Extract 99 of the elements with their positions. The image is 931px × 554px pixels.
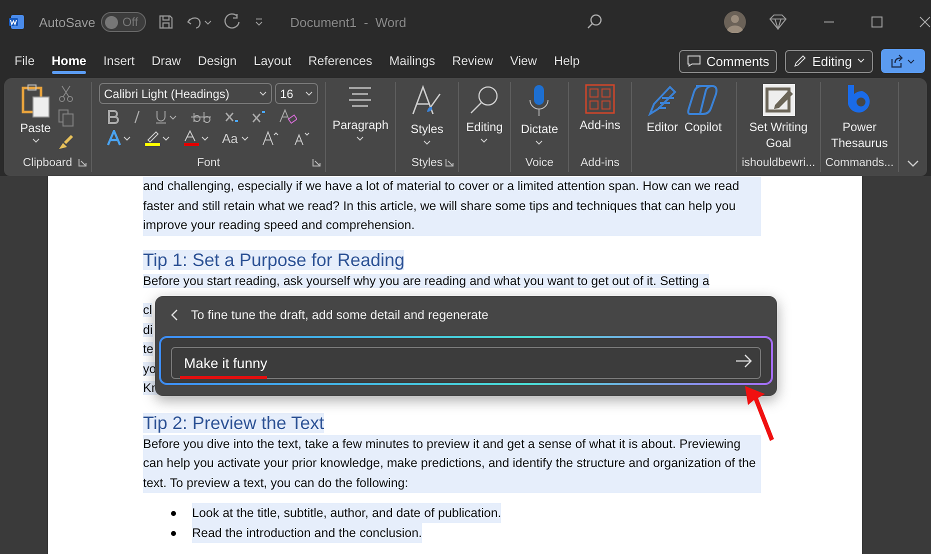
ribbon-tab[interactable]: Help [545, 46, 588, 76]
ribbon-tab[interactable]: Insert [94, 46, 144, 76]
grow-font-icon[interactable] [262, 130, 280, 146]
ribbon-tab[interactable]: Mailings [380, 46, 444, 76]
save-icon[interactable] [158, 14, 174, 30]
editor-pen-icon [646, 84, 678, 116]
group-label: Clipboard [22, 157, 72, 169]
word-logo-icon[interactable] [9, 14, 25, 30]
subscript-icon[interactable] [225, 110, 239, 124]
bold-icon[interactable] [107, 110, 119, 124]
text-fragment: cl [143, 303, 152, 317]
caret-icon [857, 58, 865, 64]
caret-icon [32, 138, 40, 143]
prompt-field[interactable]: Make it funny [161, 338, 771, 383]
window-title: Document1 - Word [290, 14, 406, 30]
microphone-icon [527, 84, 552, 118]
font-size-field[interactable]: 16 [275, 83, 318, 104]
ribbon-tab[interactable]: Home [43, 46, 95, 76]
paragraph: and challenging, especially if we have a lot of material to cover or a limited attention span. How can we read faster and still retain what we read? In this article, we will share some tips and techniques that can help you improve your reading speed and comprehension. [143, 177, 761, 236]
ribbon-button[interactable]: Power Thesaurus [821, 82, 898, 154]
scissors-icon[interactable] [58, 85, 73, 103]
group-label: Commands... [825, 157, 894, 169]
ribbon-button[interactable]: Dictate [520, 82, 558, 154]
avatar[interactable] [724, 11, 746, 33]
list-item: Read the introduction and the conclusion. [192, 523, 422, 543]
shrink-font-icon[interactable] [292, 130, 311, 146]
caret-icon [423, 140, 431, 145]
dialog-hint: To fine tune the draft, add some detail and regenerate [191, 308, 488, 322]
caret-icon [356, 136, 364, 141]
customize-icon[interactable] [254, 17, 264, 27]
group-label: Add-ins [580, 157, 620, 169]
paragraph: Before you dive into the text, take a few minutes to preview it and get a sense of what it is about. Previewing can help you activate your prior knowledge, make predictions, and identify the structure and organization of the text. To preview a text, you can do the following: [143, 434, 761, 493]
ribbon-tab[interactable]: Design [189, 46, 246, 76]
redo-icon[interactable] [224, 13, 242, 31]
comments-button[interactable]: Comments [679, 50, 778, 72]
ribbon-button[interactable]: Set Writing Goal [740, 82, 818, 154]
italic-icon[interactable] [132, 110, 142, 124]
text-fragment: te [143, 342, 154, 356]
change-case-button[interactable]: Aa [222, 130, 249, 146]
ribbon-tab[interactable]: Draw [143, 46, 190, 76]
caret-icon [240, 136, 249, 140]
autosave-label: AutoSave [38, 14, 96, 30]
back-icon[interactable] [171, 309, 179, 321]
ribbon-button[interactable]: Add-ins [580, 82, 620, 154]
editing-mode-button[interactable]: Editing [785, 50, 873, 72]
ribbon-tab[interactable]: View [502, 46, 546, 76]
clipboard-icon [20, 84, 50, 118]
search-icon [468, 84, 500, 116]
ribbon-tab[interactable]: Review [444, 46, 502, 76]
group-label: ishouldbewri... [742, 157, 816, 169]
paste-button[interactable]: Paste [20, 82, 51, 154]
ribbon-button[interactable]: Copilot [684, 82, 722, 154]
ribbon-button[interactable]: Styles [410, 82, 444, 154]
maximize-icon[interactable] [871, 16, 884, 28]
group-label: Styles [411, 157, 443, 169]
clear-formatting-icon[interactable] [279, 109, 297, 125]
share-icon [890, 54, 916, 68]
chevron-down-icon[interactable] [907, 160, 919, 168]
dialog-launcher-icon[interactable] [445, 158, 454, 167]
strikethrough-icon[interactable] [190, 110, 212, 124]
list-item: Look at the title, subtitle, author, and date of publication. [192, 503, 502, 523]
ribbon-button[interactable]: Editor [646, 82, 678, 154]
ribbon-tab[interactable]: File [6, 46, 44, 76]
caret-icon [480, 138, 488, 143]
caret-icon [305, 91, 313, 96]
pointer-arrow [743, 384, 777, 442]
heading: Tip 2: Preview the Text [143, 412, 324, 432]
send-arrow-icon[interactable] [735, 354, 753, 368]
bullet-icon [171, 530, 176, 536]
search-icon[interactable] [586, 13, 604, 31]
superscript-icon[interactable] [252, 110, 266, 124]
dialog-launcher-icon[interactable] [312, 158, 321, 167]
caret-icon [535, 140, 544, 145]
group-label: Voice [525, 157, 554, 169]
ribbon-tab[interactable]: Layout [245, 46, 300, 76]
dialog-launcher-icon[interactable] [78, 158, 87, 167]
group-label: Font [196, 157, 220, 169]
close-icon[interactable] [919, 16, 931, 28]
font-color-icon[interactable] [183, 130, 209, 146]
comment-icon [687, 55, 702, 67]
underline-icon[interactable] [155, 110, 177, 124]
ribbon-button[interactable]: Editing [466, 82, 503, 154]
share-button[interactable] [881, 49, 925, 73]
copy-icon[interactable] [58, 109, 74, 127]
writing-goal-icon [762, 84, 794, 116]
copilot-icon [686, 84, 720, 116]
font-name-field[interactable]: Calibri Light (Headings) [99, 83, 272, 104]
ribbon-tab[interactable]: References [300, 46, 381, 76]
heading: Tip 1: Set a Purpose for Reading [143, 250, 404, 270]
ribbon-button[interactable]: Paragraph [332, 82, 389, 154]
caret-icon [259, 91, 267, 96]
format-painter-icon[interactable] [56, 133, 75, 151]
highlighter-icon[interactable] [144, 130, 170, 146]
text-effects-icon[interactable] [107, 130, 131, 146]
diamond-icon[interactable] [769, 14, 788, 30]
text-fragment: di [143, 322, 153, 336]
add-ins-grid-icon [585, 84, 615, 114]
bullet-icon [171, 510, 176, 516]
pencil-icon [793, 54, 808, 68]
